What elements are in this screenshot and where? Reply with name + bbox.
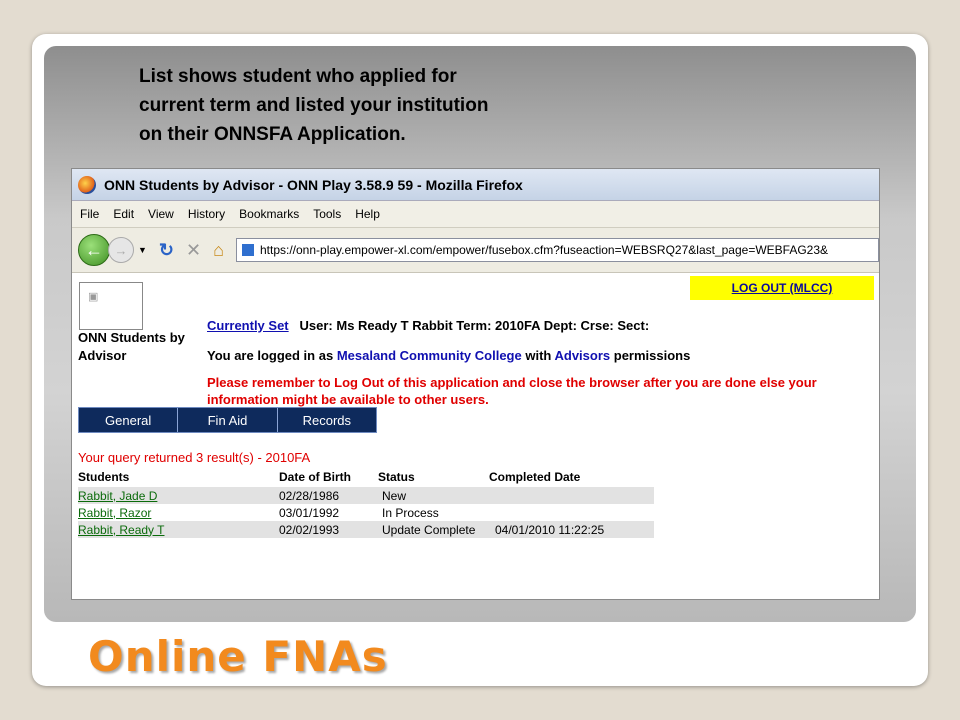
- broken-image-placeholder: ▣: [79, 282, 143, 330]
- menu-tools[interactable]: Tools: [313, 207, 341, 221]
- window-title: ONN Students by Advisor - ONN Play 3.58.…: [104, 176, 523, 193]
- status-cell: Update Complete: [378, 521, 489, 538]
- tab-general[interactable]: General: [79, 408, 179, 432]
- query-result-text: Your query returned 3 result(s) - 2010FA: [78, 450, 311, 465]
- caption-line-3: on their ONNSFA Application.: [139, 124, 406, 145]
- table-row: Rabbit, Ready T 02/02/1993 Update Comple…: [78, 521, 654, 538]
- institution-name: Mesaland Community College: [336, 348, 522, 363]
- back-arrow-icon[interactable]: ←: [78, 234, 110, 266]
- logout-warning: Please remember to Log Out of this appli…: [207, 375, 817, 407]
- completed-cell: 04/01/2010 11:22:25: [489, 521, 654, 538]
- image-icon: ▣: [88, 291, 99, 303]
- column-header-dob: Date of Birth: [279, 470, 351, 484]
- role-name: Advisors: [554, 348, 611, 363]
- dob-cell: 02/28/1986: [279, 487, 378, 504]
- navigation-toolbar: ← → ▼ ↻ ✕ ⌂ https://onn-play.empower-xl.…: [72, 228, 879, 273]
- menu-edit[interactable]: Edit: [113, 207, 134, 221]
- user-info-line: Currently Set User: Ms Ready T Rabbit Te…: [207, 318, 649, 333]
- menu-bookmarks[interactable]: Bookmarks: [239, 207, 299, 221]
- students-table: Students Date of Birth Status Completed …: [78, 469, 654, 538]
- slide-caption: List shows student who applied for curre…: [139, 62, 609, 149]
- module-tabs: General Fin Aid Records: [78, 407, 377, 433]
- table-row: Rabbit, Jade D 02/28/1986 New: [78, 487, 654, 504]
- menu-help[interactable]: Help: [355, 207, 380, 221]
- menu-view[interactable]: View: [148, 207, 174, 221]
- caption-line-1: List shows student who applied for: [139, 66, 457, 87]
- menu-history[interactable]: History: [188, 207, 225, 221]
- dob-cell: 02/02/1993: [279, 521, 378, 538]
- site-favicon-icon: [241, 244, 254, 256]
- reload-icon[interactable]: ↻: [159, 240, 174, 261]
- user-info: User: Ms Ready T Rabbit Term: 2010FA Dep…: [299, 318, 650, 333]
- status-cell: In Process: [382, 505, 439, 520]
- student-link[interactable]: Rabbit, Jade D: [78, 489, 157, 503]
- home-icon[interactable]: ⌂: [213, 240, 224, 261]
- stop-icon[interactable]: ✕: [186, 240, 201, 261]
- slide-title: Online FNAs: [88, 632, 388, 681]
- window-titlebar: ONN Students by Advisor - ONN Play 3.58.…: [72, 169, 879, 201]
- column-header-students: Students: [78, 470, 130, 484]
- table-header-row: Students Date of Birth Status Completed …: [78, 469, 654, 487]
- currently-set-link[interactable]: Currently Set: [207, 318, 289, 333]
- url-bar[interactable]: https://onn-play.empower-xl.com/empower/…: [235, 238, 879, 262]
- app-name: ONN Students by Advisor: [78, 330, 185, 363]
- menu-file[interactable]: File: [80, 207, 99, 221]
- student-link[interactable]: Rabbit, Razor: [78, 506, 151, 520]
- caption-line-2: current term and listed your institution: [139, 95, 489, 116]
- completed-cell: [489, 504, 654, 521]
- completed-cell: [489, 487, 654, 504]
- status-cell: New: [378, 487, 489, 504]
- tab-fin-aid[interactable]: Fin Aid: [178, 408, 278, 432]
- column-header-status: Status: [378, 470, 415, 484]
- firefox-logo-icon: [78, 175, 96, 194]
- logged-in-mid: with: [525, 348, 552, 363]
- page-content: ▣ ONN Students by Advisor LOG OUT (MLCC)…: [72, 273, 879, 573]
- logged-in-prefix: You are logged in as: [207, 348, 334, 363]
- menu-bar: File Edit View History Bookmarks Tools H…: [72, 201, 879, 228]
- forward-arrow-icon[interactable]: →: [108, 237, 134, 263]
- table-row: Rabbit, Razor 03/01/1992 In Process: [78, 504, 654, 521]
- history-dropdown-icon[interactable]: ▼: [138, 245, 147, 255]
- dob-cell: 03/01/1992: [279, 505, 340, 520]
- student-link[interactable]: Rabbit, Ready T: [78, 523, 165, 537]
- tab-records[interactable]: Records: [278, 408, 376, 432]
- logged-in-line: You are logged in as Mesaland Community …: [207, 348, 690, 363]
- logged-in-suffix: permissions: [613, 348, 691, 363]
- column-header-completed: Completed Date: [489, 470, 581, 484]
- browser-window: ONN Students by Advisor - ONN Play 3.58.…: [71, 168, 880, 600]
- url-text: https://onn-play.empower-xl.com/empower/…: [259, 243, 829, 257]
- logout-link[interactable]: LOG OUT (MLCC): [690, 276, 874, 300]
